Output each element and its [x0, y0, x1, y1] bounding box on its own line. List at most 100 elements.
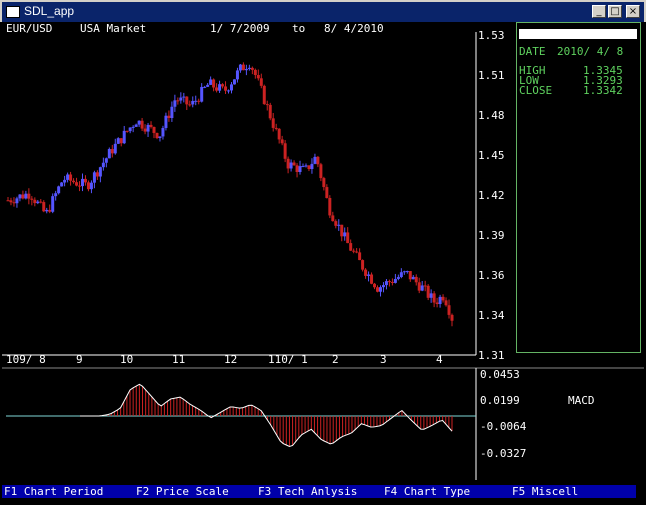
candle-body — [140, 120, 144, 129]
time-tick-label: 11 — [172, 353, 186, 366]
candle-body — [271, 118, 275, 128]
candle-body — [116, 138, 120, 144]
candle-body — [194, 100, 198, 102]
candle-body — [310, 163, 314, 170]
candle-body — [417, 282, 421, 291]
candle-body — [161, 128, 165, 137]
candle-body — [426, 285, 430, 298]
candle-body — [54, 193, 58, 197]
candle-body — [259, 78, 263, 86]
f3-tech-analysis-button[interactable]: F3 Tech Anlysis — [258, 485, 357, 498]
candle-body — [384, 281, 388, 286]
f5-miscell-button[interactable]: F5 Miscell — [512, 485, 578, 498]
candle-body — [381, 285, 385, 288]
candle-body — [173, 100, 177, 107]
info-close-value: 1.3342 — [583, 84, 623, 97]
app-window: SDL_app _ □ × EUR/USD USA Market 1/ 7/20… — [0, 0, 646, 505]
close-button[interactable]: × — [626, 5, 640, 18]
candle-body — [361, 260, 365, 270]
price-tick-label: 1.36 — [478, 269, 505, 282]
candle-body — [325, 187, 329, 198]
candle-body — [256, 75, 260, 79]
candle-body — [334, 221, 338, 226]
price-tick-label: 1.42 — [478, 189, 505, 202]
candle-body — [95, 172, 99, 177]
price-tick-label: 1.48 — [478, 109, 505, 122]
candle-body — [438, 296, 442, 305]
candle-body — [143, 128, 147, 132]
candle-body — [414, 276, 418, 283]
candle-body — [45, 209, 49, 212]
candle-body — [295, 165, 299, 173]
candle-body — [57, 186, 61, 194]
macd-tick-label: -0.0327 — [480, 447, 527, 460]
macd-tick-label: 0.0453 — [480, 368, 520, 381]
pair-label: EUR/USD — [6, 22, 53, 35]
candle-body — [447, 305, 451, 315]
time-tick-label: 3 — [380, 353, 387, 366]
candle-body — [63, 179, 67, 183]
candle-body — [86, 182, 90, 190]
candle-body — [30, 198, 34, 200]
candle-body — [319, 164, 323, 179]
candle-body — [83, 178, 87, 183]
f4-chart-type-button[interactable]: F4 Chart Type — [384, 485, 470, 498]
candle-body — [373, 283, 377, 288]
candle-body — [224, 86, 228, 91]
candle-body — [164, 115, 168, 129]
candle-body — [399, 272, 403, 278]
candle-body — [280, 139, 284, 144]
candle-body — [298, 166, 302, 173]
candle-body — [89, 182, 93, 190]
title-bar[interactable]: SDL_app _ □ × — [0, 0, 646, 22]
candle-body — [396, 277, 400, 279]
time-tick-label: 10 — [120, 353, 134, 366]
candle-body — [72, 180, 76, 183]
macd-tick-label: 0.0199 — [480, 394, 520, 407]
candle-body — [352, 250, 356, 252]
candle-body — [390, 281, 394, 283]
candle-body — [247, 67, 251, 70]
info-date-value: 2010/ 4/ 8 — [557, 45, 624, 58]
f1-chart-period-button[interactable]: F1 Chart Period — [4, 485, 103, 498]
candle-body — [176, 100, 180, 102]
candle-body — [429, 293, 433, 298]
app-icon — [6, 6, 20, 18]
candle-body — [420, 285, 424, 291]
macd-tick-label: -0.0064 — [480, 420, 527, 433]
price-tick-label: 1.34 — [478, 309, 505, 322]
f2-price-scale-button[interactable]: F2 Price Scale — [136, 485, 229, 498]
candle-body — [33, 199, 37, 204]
candle-body — [24, 193, 28, 199]
info-input-bar — [519, 29, 637, 39]
price-tick-label: 1.45 — [478, 149, 505, 162]
candle-body — [328, 197, 332, 216]
candle-body — [301, 166, 305, 168]
candle-body — [423, 285, 427, 287]
candle-body — [250, 67, 254, 70]
candle-body — [113, 143, 117, 154]
candle-body — [238, 64, 242, 71]
maximize-button[interactable]: □ — [608, 5, 622, 18]
info-close-label: CLOSE — [519, 84, 553, 97]
candle-body — [104, 158, 108, 163]
candle-body — [358, 252, 362, 261]
candle-body — [107, 149, 111, 159]
candle-body — [197, 100, 201, 102]
function-key-bar: F1 Chart Period F2 Price Scale F3 Tech A… — [2, 485, 636, 498]
info-panel: DATE 2010/ 4/ 8 HIGH 1.3345 LOW 1.3293 C… — [516, 22, 641, 353]
candle-body — [69, 174, 73, 181]
chart-area[interactable]: EUR/USD USA Market 1/ 7/2009 to 8/ 4/201… — [2, 22, 644, 503]
candle-body — [349, 243, 353, 251]
candle-body — [36, 201, 40, 204]
price-tick-label: 1.51 — [478, 69, 505, 82]
candle-body — [149, 124, 153, 127]
candle-body — [227, 90, 231, 92]
candle-body — [292, 162, 296, 166]
candle-body — [128, 127, 132, 132]
candle-body — [78, 185, 82, 187]
candle-body — [435, 302, 439, 305]
candle-body — [48, 209, 52, 212]
minimize-button[interactable]: _ — [592, 5, 606, 18]
candle-body — [215, 87, 219, 91]
